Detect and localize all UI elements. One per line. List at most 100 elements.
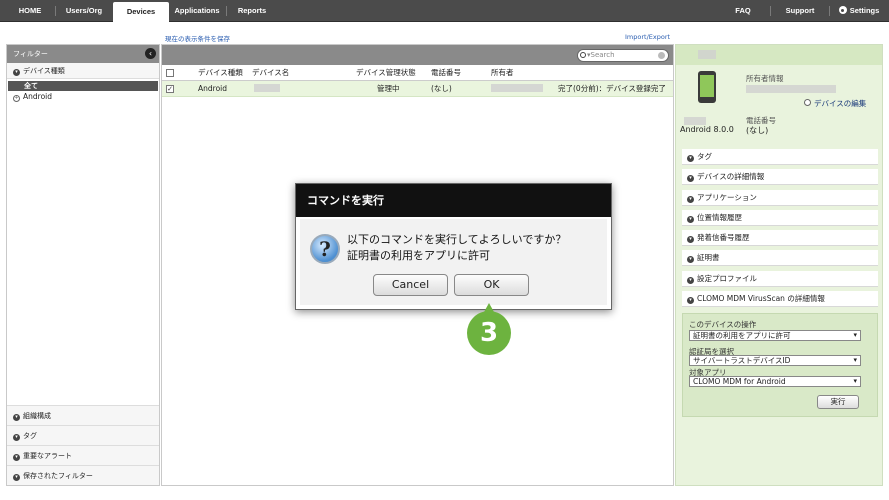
tab-home[interactable]: HOME bbox=[8, 0, 52, 22]
nav-divider bbox=[226, 6, 227, 16]
accordion-label: 設定プロファイル bbox=[697, 274, 757, 283]
circle-icon bbox=[804, 99, 811, 106]
list-toolbar: ▾Search bbox=[162, 45, 673, 65]
import-export-link[interactable]: Import/Export bbox=[625, 33, 670, 41]
os-version: Android 8.0.0 bbox=[680, 125, 734, 134]
row-status: 管理中 bbox=[377, 84, 400, 93]
filter-item-label: Android bbox=[23, 92, 52, 101]
support-link[interactable]: Support bbox=[782, 0, 818, 22]
accordion-virusscan[interactable]: ▾ CLOMO MDM VirusScan の詳細情報 bbox=[682, 291, 878, 307]
collapse-left-icon[interactable]: ‹ bbox=[145, 48, 156, 59]
phone-value: (なし) bbox=[746, 126, 769, 135]
gear-icon bbox=[838, 6, 847, 14]
col-device-name[interactable]: デバイス名 bbox=[252, 65, 289, 81]
search-input[interactable]: ▾Search bbox=[577, 49, 669, 62]
accordion-certificates[interactable]: ▾ 証明書 bbox=[682, 250, 878, 266]
device-name-redacted bbox=[698, 50, 716, 59]
chevron-down-icon: ▾ bbox=[13, 474, 20, 481]
filter-section-tag[interactable]: ▾ タグ bbox=[7, 425, 159, 445]
cancel-button[interactable]: Cancel bbox=[373, 274, 448, 296]
plus-icon: + bbox=[13, 95, 20, 102]
accordion-location-history[interactable]: ▾ 位置情報履歴 bbox=[682, 210, 878, 226]
cert-select[interactable]: サイバートラストデバイスID bbox=[689, 355, 861, 366]
filter-section-alert[interactable]: ▾ 重要なアラート bbox=[7, 445, 159, 465]
edit-device-link[interactable]: デバイスの編集 bbox=[804, 98, 866, 109]
col-phone[interactable]: 電話番号 bbox=[431, 65, 461, 81]
tab-reports[interactable]: Reports bbox=[230, 0, 274, 22]
filter-section-org[interactable]: ▾ 組織構成 bbox=[7, 405, 159, 425]
chevron-down-icon: ▾ bbox=[687, 155, 694, 162]
device-detail-panel: 所有者情報 デバイスの編集 電話番号 (なし) Android 8.0.0 ▾ タ… bbox=[675, 44, 883, 486]
tab-devices[interactable]: Devices bbox=[113, 2, 169, 22]
dialog-message-line2: 証明書の利用をアプリに許可 bbox=[347, 249, 490, 262]
table-header: デバイス種類 デバイス名 デバイス管理状態 電話番号 所有者 bbox=[162, 65, 673, 81]
chevron-down-icon: ▾ bbox=[13, 414, 20, 421]
filter-sidebar: フィルター ‹ ▾ デバイス種類 全て + Android ▾ 組織構成 ▾ タグ ▾ 重… bbox=[6, 44, 160, 486]
chevron-down-icon: ▾ bbox=[13, 434, 20, 441]
filter-item-all[interactable]: 全て bbox=[8, 81, 158, 91]
settings-link[interactable]: Settings bbox=[834, 0, 884, 22]
col-device-type[interactable]: デバイス種類 bbox=[198, 65, 243, 81]
top-nav: HOME Users/Org Devices Applications Repo… bbox=[0, 0, 889, 22]
chevron-down-icon: ▾ bbox=[687, 216, 694, 223]
select-all-checkbox[interactable] bbox=[166, 69, 174, 77]
accordion-label: アプリケーション bbox=[697, 193, 757, 202]
col-manage-status[interactable]: デバイス管理状態 bbox=[356, 65, 416, 81]
nav-divider bbox=[829, 6, 830, 16]
clear-icon[interactable] bbox=[658, 52, 665, 59]
app-select[interactable]: CLOMO MDM for Android bbox=[689, 376, 861, 387]
android-phone-icon bbox=[698, 71, 716, 103]
col-owner[interactable]: 所有者 bbox=[491, 65, 514, 81]
accordion-label: CLOMO MDM VirusScan の詳細情報 bbox=[697, 294, 825, 303]
filter-section-saved[interactable]: ▾ 保存されたフィルター bbox=[7, 465, 159, 485]
accordion-label: タグ bbox=[697, 152, 712, 161]
accordion-applications[interactable]: ▾ アプリケーション bbox=[682, 190, 878, 206]
chevron-down-icon: ▾ bbox=[687, 256, 694, 263]
question-icon: ? bbox=[310, 234, 340, 264]
tab-users-org[interactable]: Users/Org bbox=[58, 0, 110, 22]
accordion-tag[interactable]: ▾ タグ bbox=[682, 149, 878, 165]
search-icon bbox=[580, 52, 586, 58]
tab-applications[interactable]: Applications bbox=[170, 0, 224, 22]
filter-section-device-type[interactable]: ▾ デバイス種類 bbox=[7, 63, 159, 79]
chevron-down-icon: ▾ bbox=[687, 175, 694, 182]
row-phone: (なし) bbox=[431, 84, 452, 93]
settings-label: Settings bbox=[849, 6, 880, 15]
section-label: 組織構成 bbox=[23, 412, 51, 420]
dialog-title: コマンドを実行 bbox=[296, 184, 611, 217]
owner-value-redacted bbox=[746, 85, 836, 93]
nav-divider bbox=[770, 6, 771, 16]
accordion-call-history[interactable]: ▾ 発着信番号履歴 bbox=[682, 230, 878, 246]
dialog-message-line1: 以下のコマンドを実行してよろしいですか？ bbox=[347, 233, 567, 246]
table-row[interactable]: ✓ Android 管理中 (なし) 完了(0分前)：デバイス登録完了 bbox=[162, 81, 673, 97]
save-filter-link[interactable]: 現在の表示条件を保存 bbox=[165, 33, 230, 43]
device-detail-header bbox=[676, 45, 882, 65]
device-operations: このデバイスの操作 証明書の利用をアプリに許可 認証局を選択 サイバートラストデ… bbox=[682, 313, 878, 417]
filter-item-android[interactable]: + Android bbox=[7, 91, 159, 102]
dialog-body: ? 以下のコマンドを実行してよろしいですか？ 証明書の利用をアプリに許可 Can… bbox=[300, 219, 607, 305]
filter-title: フィルター bbox=[13, 50, 48, 58]
chevron-down-icon: ▾ bbox=[687, 277, 694, 284]
ops-title: このデバイスの操作 bbox=[689, 320, 757, 329]
accordion-label: 位置情報履歴 bbox=[697, 213, 742, 222]
chevron-down-icon: ▾ bbox=[687, 236, 694, 243]
search-placeholder: Search bbox=[590, 51, 615, 59]
command-select[interactable]: 証明書の利用をアプリに許可 bbox=[689, 330, 861, 341]
ok-button[interactable]: OK bbox=[454, 274, 529, 296]
section-label: 重要なアラート bbox=[23, 452, 72, 460]
row-checkbox[interactable]: ✓ bbox=[166, 85, 174, 93]
command-dialog: コマンドを実行 ? 以下のコマンドを実行してよろしいですか？ 証明書の利用をアプ… bbox=[295, 183, 612, 310]
faq-link[interactable]: FAQ bbox=[728, 0, 758, 22]
run-button[interactable]: 実行 bbox=[817, 395, 859, 409]
accordion-label: デバイスの詳細情報 bbox=[697, 172, 765, 181]
section-label: デバイス種類 bbox=[23, 67, 65, 75]
filter-header: フィルター ‹ bbox=[7, 45, 159, 63]
filter-bottom-sections: ▾ 組織構成 ▾ タグ ▾ 重要なアラート ▾ 保存されたフィルター bbox=[7, 405, 159, 485]
accordion-profiles[interactable]: ▾ 設定プロファイル bbox=[682, 271, 878, 287]
row-log: 完了(0分前)：デバイス登録完了 bbox=[558, 84, 666, 93]
accordion-device-details[interactable]: ▾ デバイスの詳細情報 bbox=[682, 169, 878, 185]
chevron-down-icon: ▾ bbox=[687, 196, 694, 203]
row-device-type: Android bbox=[198, 84, 227, 93]
accordion-label: 発着信番号履歴 bbox=[697, 233, 750, 242]
section-label: タグ bbox=[23, 432, 37, 440]
